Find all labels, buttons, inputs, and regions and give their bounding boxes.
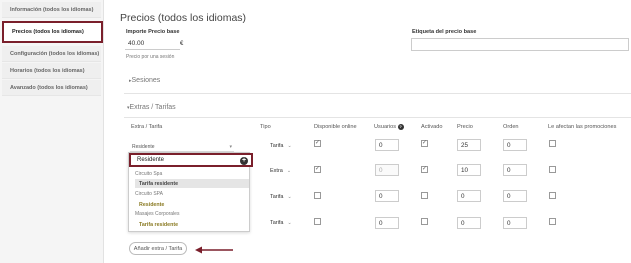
precio-input[interactable]: 0 <box>457 217 481 229</box>
chevron-down-icon: ⌄ <box>287 143 292 149</box>
col-header-usuarios: Usuarios ? <box>374 124 404 130</box>
orden-input[interactable]: 0 <box>503 164 527 176</box>
sidebar-item-avanzado[interactable]: Avanzado (todos los idiomas) <box>2 80 101 96</box>
col-header-orden: Orden <box>503 124 519 130</box>
tipo-value: Tarifa <box>270 194 284 200</box>
dropdown-option[interactable]: Residente <box>135 200 249 209</box>
online-checkbox[interactable] <box>314 218 321 225</box>
col-header-activado: Activado <box>421 124 443 130</box>
dropdown-search-value: Residente <box>137 157 165 163</box>
activado-checkbox[interactable]: ✓ <box>421 166 428 173</box>
divider <box>124 93 631 94</box>
col-header-online: Disponible online <box>314 124 357 130</box>
tipo-value: Tarifa <box>270 220 284 226</box>
sidebar-item-horarios[interactable]: Horarios (todos los idiomas) <box>2 63 101 79</box>
usuarios-input[interactable]: 0 <box>375 164 399 176</box>
promo-checkbox[interactable] <box>549 140 556 147</box>
extras-toggle[interactable]: ▾Extras / Tarifas <box>127 104 176 111</box>
usuarios-input[interactable]: 0 <box>375 217 399 229</box>
precio-input[interactable]: 0 <box>457 190 481 202</box>
sidebar-item-precios[interactable]: Precios (todos los idiomas) <box>2 21 103 43</box>
sidebar-item-informacion[interactable]: Información (todos los idiomas) <box>2 2 101 18</box>
tarifa-select[interactable]: Residente ▾ <box>130 142 234 152</box>
chevron-down-icon: ▾ <box>229 143 232 150</box>
col-header-usuarios-label: Usuarios <box>374 124 397 130</box>
tipo-select[interactable]: Extra ⌄ <box>270 166 292 176</box>
col-header-precio: Precio <box>457 124 473 130</box>
price-input[interactable]: 40.00 <box>125 38 180 50</box>
add-extra-tarifa-button[interactable]: Añadir extra / Tarifa <box>129 242 187 255</box>
page-title: Precios (todos los idiomas) <box>120 12 247 24</box>
promo-checkbox[interactable] <box>549 192 556 199</box>
col-header-tipo: Tipo <box>260 124 271 130</box>
extras-label: Extras / Tarifas <box>129 104 176 111</box>
divider <box>124 117 631 118</box>
online-checkbox[interactable]: ✓ <box>314 140 321 147</box>
col-header-promociones: Le afectan las promociones <box>548 124 617 130</box>
tipo-select[interactable]: Tarifa ⌄ <box>270 218 292 228</box>
info-icon[interactable]: ? <box>397 124 404 130</box>
activado-checkbox[interactable]: ✓ <box>421 140 428 147</box>
promo-checkbox[interactable] <box>549 218 556 225</box>
dropdown-option[interactable]: Tarifa residente <box>135 179 249 188</box>
price-hint: Precio por una sesión <box>126 54 175 60</box>
precio-input[interactable]: 25 <box>457 139 481 151</box>
orden-input[interactable]: 0 <box>503 217 527 229</box>
orden-input[interactable]: 0 <box>503 190 527 202</box>
chevron-down-icon: ⌄ <box>287 220 292 226</box>
dropdown-option[interactable]: Tarifa residente <box>135 220 249 229</box>
tag-input[interactable] <box>411 38 629 51</box>
activado-checkbox[interactable] <box>421 218 428 225</box>
online-checkbox[interactable] <box>314 192 321 199</box>
sessions-toggle[interactable]: ▸Sesiones <box>129 77 160 84</box>
dropdown-group-label: Circuito SPA <box>135 191 163 197</box>
chevron-down-icon: ⌄ <box>286 168 292 174</box>
currency-symbol: € <box>180 41 184 47</box>
online-checkbox[interactable]: ✓ <box>314 166 321 173</box>
chevron-down-icon: ⌄ <box>287 194 292 200</box>
usuarios-input[interactable]: 0 <box>375 139 399 151</box>
precio-input[interactable]: 10 <box>457 164 481 176</box>
tipo-select[interactable]: Tarifa ⌄ <box>270 141 292 151</box>
tipo-value: Tarifa <box>270 143 284 149</box>
dropdown-group-label: Circuito Spa <box>135 171 163 177</box>
tag-label: Etiqueta del precio base <box>412 29 477 35</box>
add-circle-icon[interactable]: + <box>240 157 248 165</box>
usuarios-input[interactable]: 0 <box>375 190 399 202</box>
sidebar-item-configuracion[interactable]: Configuración (todos los idiomas) <box>2 46 101 62</box>
sessions-label: Sesiones <box>131 77 161 84</box>
col-header-tarifa: Extra / Tarifa <box>131 124 163 130</box>
sidebar: Información (todos los idiomas) Precios … <box>0 0 104 263</box>
annotation-arrow-icon <box>195 246 233 254</box>
tipo-select[interactable]: Tarifa ⌄ <box>270 192 292 202</box>
price-label: Importe Precio base <box>126 29 180 35</box>
dropdown-group-label: Masajes Corporales <box>135 211 180 217</box>
tarifa-dropdown: Residente + Circuito Spa Tarifa resident… <box>128 152 253 232</box>
dropdown-search-input[interactable]: Residente + <box>129 153 253 167</box>
promo-checkbox[interactable] <box>549 166 556 173</box>
activado-checkbox[interactable] <box>421 192 428 199</box>
orden-input[interactable]: 0 <box>503 139 527 151</box>
tipo-value: Extra <box>270 168 283 174</box>
tarifa-select-value: Residente <box>132 143 155 150</box>
